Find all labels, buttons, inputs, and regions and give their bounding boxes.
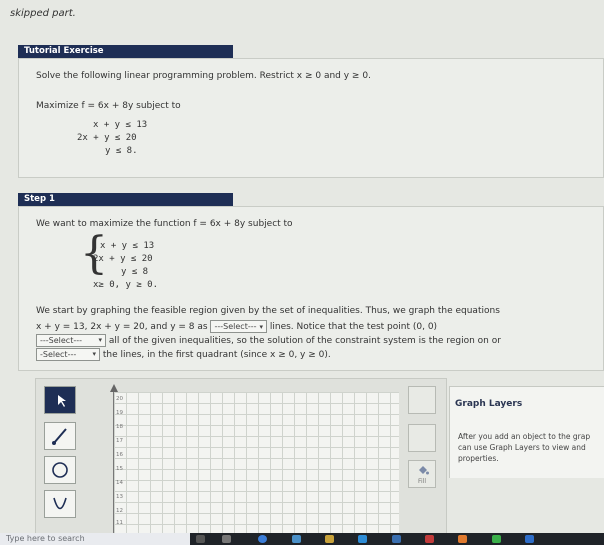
tutorial-instruction: Solve the following linear programming p… (36, 71, 371, 81)
y-tick-14: 14 (116, 480, 123, 486)
undo-button[interactable] (408, 386, 436, 414)
parabola-tool[interactable] (44, 490, 76, 518)
y-tick-18: 18 (116, 424, 123, 430)
app-icon-6[interactable] (525, 535, 534, 543)
y-tick-20: 20 (116, 396, 123, 402)
task-view-icon[interactable] (196, 535, 205, 543)
tutorial-maximize: Maximize f = 6x + 8y subject to (36, 101, 181, 111)
pointer-icon (58, 395, 66, 407)
tutorial-constraint-2: 2x + y ≤ 20 (77, 133, 137, 143)
system-line-2: 2x + y ≤ 20 (93, 254, 153, 264)
test-point-text: lines. Notice that the test point (0, 0) (269, 322, 438, 332)
fill-label: Fill (417, 478, 426, 485)
circle-icon (52, 462, 68, 478)
chevron-down-icon: ▾ (98, 336, 102, 344)
taskbar-search[interactable]: Type here to search (0, 533, 190, 545)
system-line-3: y ≤ 8 (121, 267, 149, 277)
equations-text: x + y = 13, 2x + y = 20, and y = 8 as (36, 322, 208, 332)
app-icon-2[interactable] (292, 535, 301, 543)
mail-icon[interactable] (392, 535, 401, 543)
circle-tool[interactable] (44, 456, 76, 484)
y-tick-15: 15 (116, 466, 123, 472)
step-header: Step 1 (18, 193, 233, 206)
tutorial-constraint-1: x + y ≤ 13 (93, 120, 148, 130)
y-tick-19: 19 (116, 410, 123, 416)
system-line-1: x + y ≤ 13 (100, 241, 155, 251)
y-tick-16: 16 (116, 452, 123, 458)
step-paragraph-1: We start by graphing the feasible region… (36, 306, 500, 316)
region-side-select[interactable]: -Select--- ▾ (36, 348, 100, 361)
line-type-select[interactable]: ---Select--- ▾ (210, 320, 267, 333)
system-line-4: x≥ 0, y ≥ 0. (93, 280, 159, 290)
line-segment-icon (52, 428, 67, 445)
browser-icon[interactable] (258, 535, 267, 543)
graph-grid[interactable] (113, 392, 399, 533)
y-tick-17: 17 (116, 438, 123, 444)
app-icon-5[interactable] (492, 535, 501, 543)
fill-button[interactable]: Fill (408, 460, 436, 488)
graph-layers-title: Graph Layers (455, 399, 523, 409)
graph-layers-panel: Graph Layers After you add an object to … (449, 386, 604, 478)
tutorial-constraint-3: y ≤ 8. (105, 146, 138, 156)
pointer-tool[interactable] (44, 386, 76, 414)
app-icon-3[interactable] (425, 535, 434, 543)
redo-button[interactable] (408, 424, 436, 452)
step-intro: We want to maximize the function f = 6x … (36, 219, 293, 229)
satisfies-select[interactable]: ---Select--- ▾ (36, 334, 106, 347)
step-paragraph-3: ---Select--- ▾ all of the given inequalit… (36, 334, 501, 347)
step-paragraph-2: x + y = 13, 2x + y = 20, and y = 8 as --… (36, 320, 437, 333)
top-note: skipped part. (10, 8, 76, 19)
tutorial-header: Tutorial Exercise (18, 45, 233, 58)
app-icon-4[interactable] (458, 535, 467, 543)
y-tick-12: 12 (116, 508, 123, 514)
paint-bucket-icon (419, 466, 429, 475)
step-paragraph-4: -Select--- ▾ the lines, in the first quad… (36, 348, 331, 361)
store-icon[interactable] (358, 535, 367, 543)
y-tick-11: 11 (116, 520, 123, 526)
y-tick-13: 13 (116, 494, 123, 500)
parabola-icon (53, 497, 67, 510)
chevron-down-icon: ▾ (92, 350, 96, 358)
line-tool[interactable] (44, 422, 76, 450)
app-icon-1[interactable] (222, 535, 231, 543)
y-axis-arrow-icon (110, 384, 118, 392)
graph-layers-help: After you add an object to the grap can … (458, 432, 591, 463)
chevron-down-icon: ▾ (259, 323, 263, 331)
file-explorer-icon[interactable] (325, 535, 334, 543)
page: skipped part. Tutorial Exercise Solve th… (0, 0, 604, 535)
